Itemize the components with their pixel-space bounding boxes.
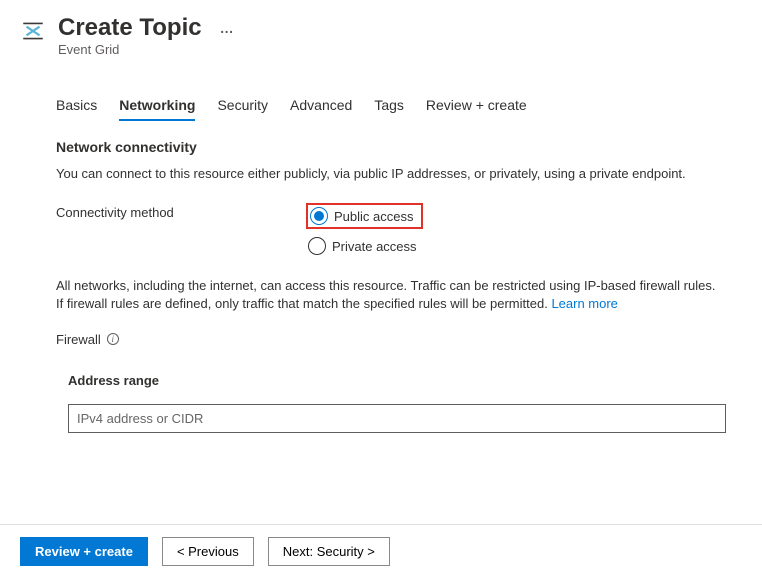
next-button[interactable]: Next: Security > [268, 537, 390, 566]
tab-basics[interactable]: Basics [56, 93, 97, 121]
address-range-section: Address range [68, 373, 726, 433]
firewall-label: Firewall [56, 332, 101, 347]
radio-public-access[interactable]: Public access [306, 203, 423, 229]
radio-circle-icon [308, 237, 326, 255]
tab-advanced[interactable]: Advanced [290, 93, 352, 121]
tabs-bar: Basics Networking Security Advanced Tags… [56, 93, 726, 121]
radio-private-label: Private access [332, 239, 417, 254]
main-content: Basics Networking Security Advanced Tags… [0, 93, 762, 433]
connectivity-method-row: Connectivity method Public access Privat… [56, 203, 726, 257]
review-create-button[interactable]: Review + create [20, 537, 148, 566]
footer-bar: Review + create < Previous Next: Securit… [0, 524, 762, 566]
firewall-label-row: Firewall i [56, 332, 726, 347]
page-header: Create Topic … Event Grid [0, 0, 762, 63]
more-icon[interactable]: … [220, 20, 235, 36]
tab-review[interactable]: Review + create [426, 93, 527, 121]
previous-button[interactable]: < Previous [162, 537, 254, 566]
address-range-input[interactable] [68, 404, 726, 433]
info-icon[interactable]: i [107, 333, 119, 345]
network-connectivity-heading: Network connectivity [56, 139, 726, 155]
tab-security[interactable]: Security [217, 93, 268, 121]
event-grid-icon [20, 18, 46, 44]
tab-networking[interactable]: Networking [119, 93, 195, 121]
radio-circle-icon [310, 207, 328, 225]
connectivity-method-label: Connectivity method [56, 203, 306, 220]
connectivity-radio-group: Public access Private access [306, 203, 423, 257]
access-info-text: All networks, including the internet, ca… [56, 277, 726, 313]
radio-private-access[interactable]: Private access [306, 235, 423, 257]
network-connectivity-desc: You can connect to this resource either … [56, 165, 726, 183]
page-title: Create Topic [58, 14, 202, 42]
learn-more-link[interactable]: Learn more [551, 296, 617, 311]
radio-public-label: Public access [334, 209, 413, 224]
tab-tags[interactable]: Tags [374, 93, 404, 121]
page-subtitle: Event Grid [58, 42, 742, 57]
address-range-heading: Address range [68, 373, 726, 388]
